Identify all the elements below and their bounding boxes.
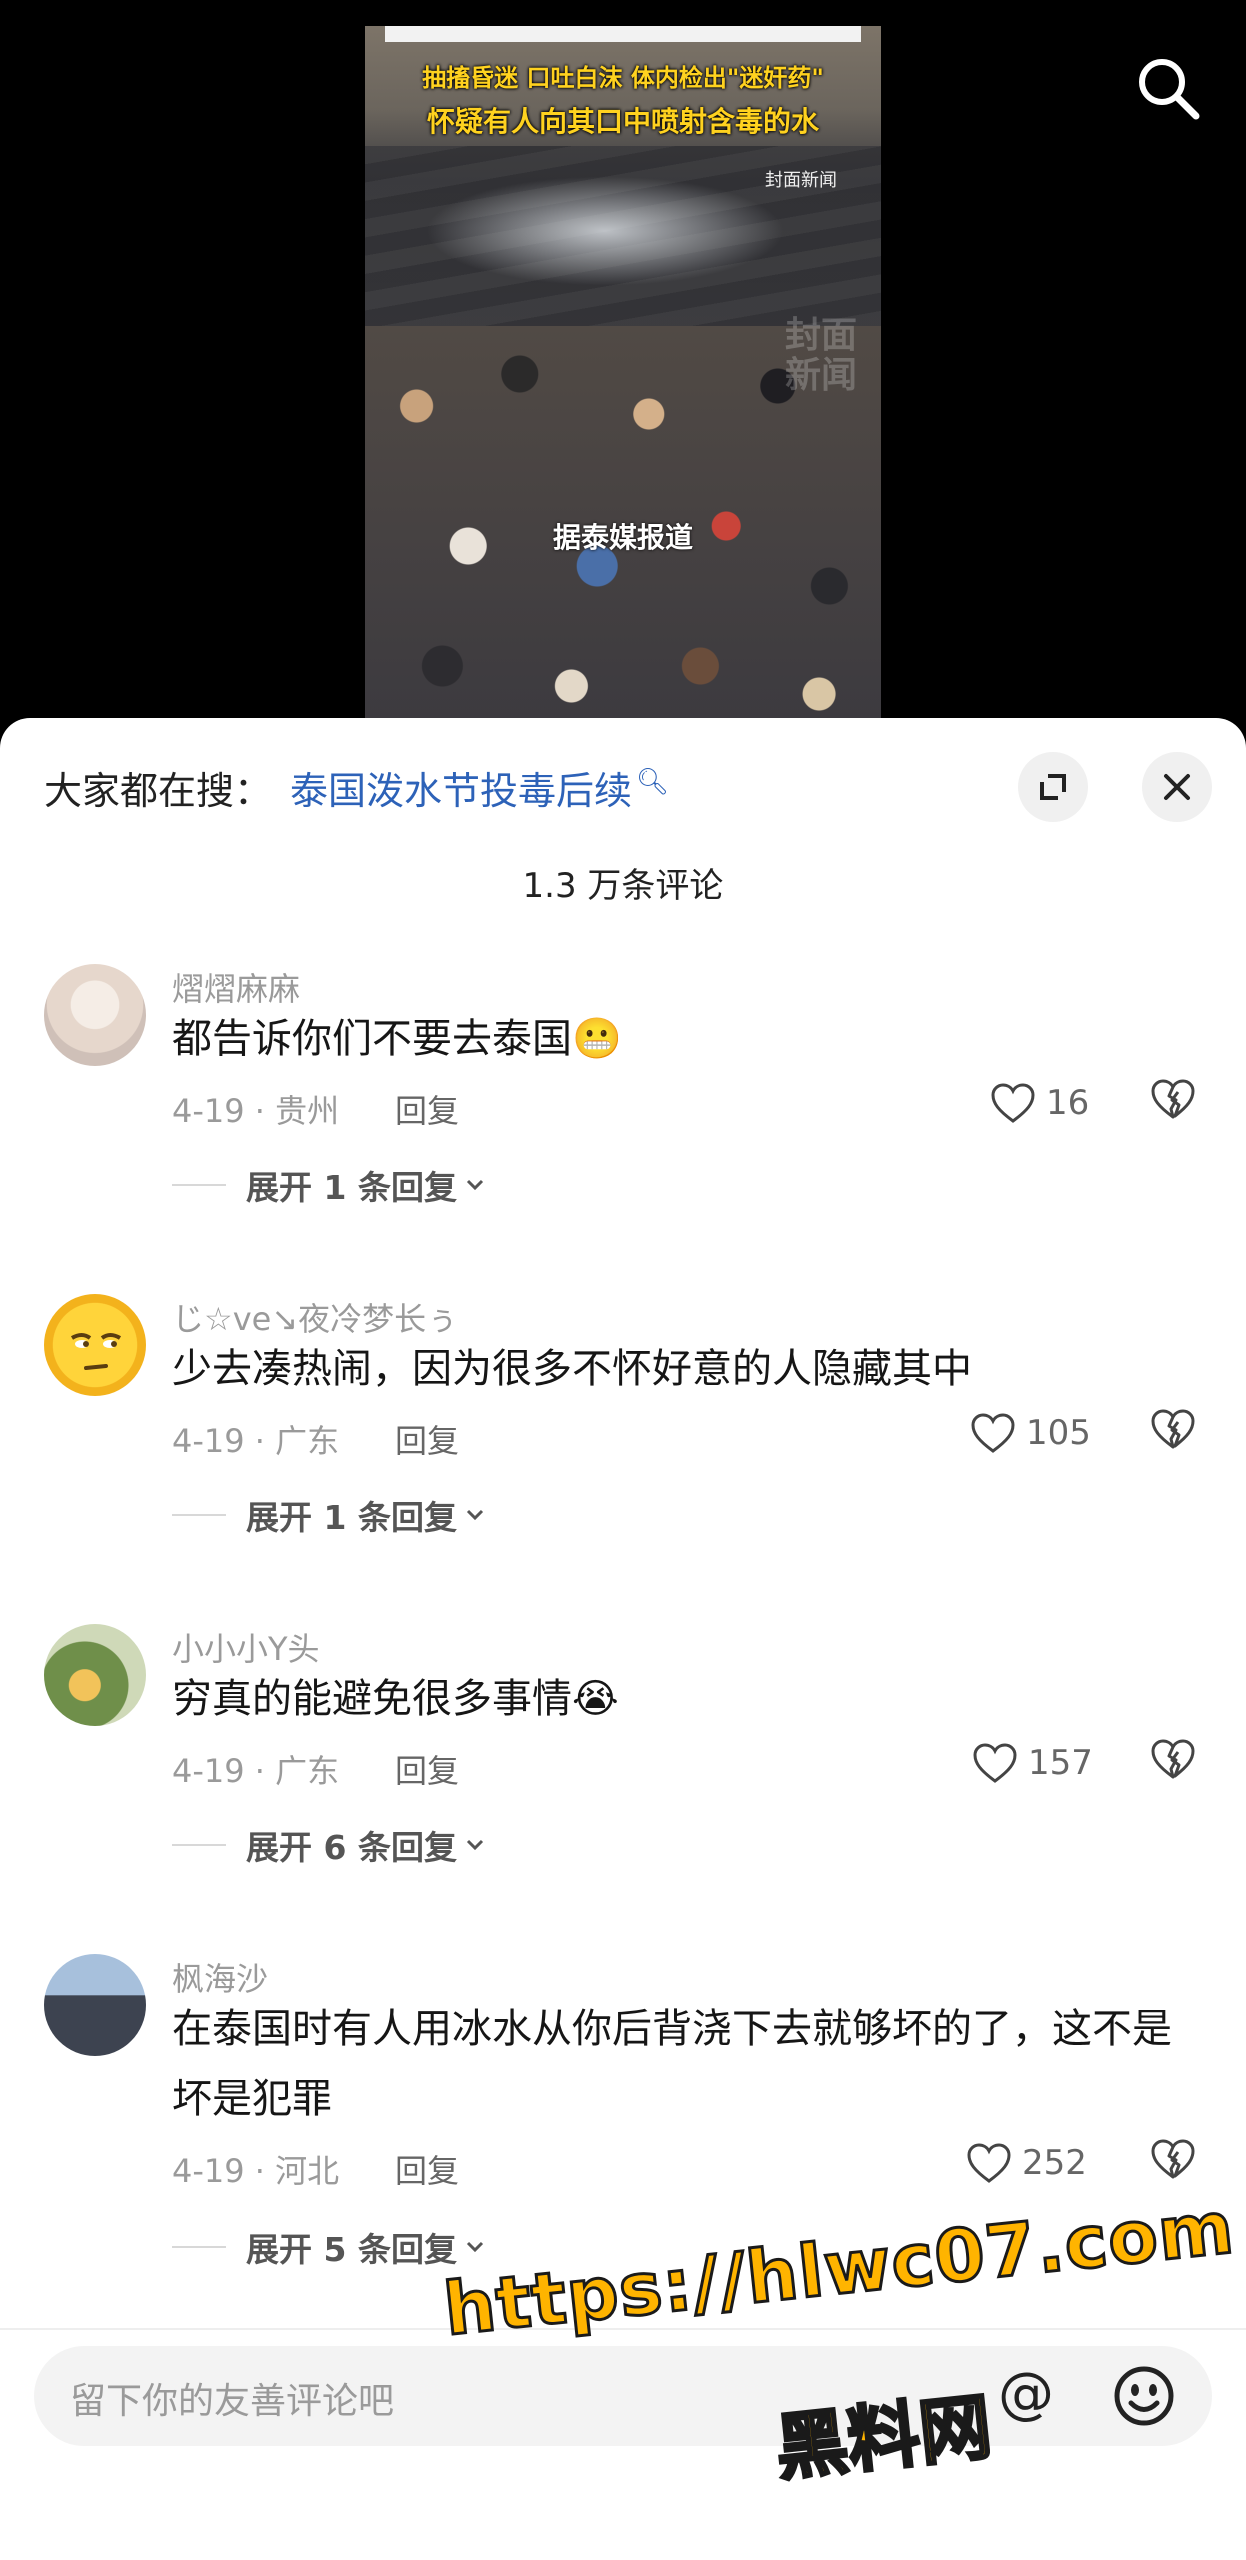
trending-prefix: 大家都在搜：	[44, 769, 273, 813]
avatar[interactable]	[44, 1624, 146, 1726]
close-sheet-button[interactable]	[1142, 752, 1212, 822]
video-headline-line1: 抽搐昏迷 口吐白沫 体内检出"迷奸药"	[422, 64, 824, 92]
expand-replies-label: 展开 6 条回复	[246, 1828, 457, 1867]
divider	[172, 1514, 226, 1516]
video-frame[interactable]: 抽搐昏迷 口吐白沫 体内检出"迷奸药" 怀疑有人向其口中喷射含毒的水 封面新闻 …	[365, 26, 881, 726]
comment-input[interactable]: 留下你的友善评论吧 @	[34, 2346, 1212, 2446]
trending-query: 泰国泼水节投毒后续	[290, 769, 633, 813]
expand-icon	[1040, 774, 1066, 800]
heart-icon	[973, 1743, 1017, 1783]
comment-item: じ☆ve↘夜冷梦长ぅ 少去凑热闹，因为很多不怀好意的人隐藏其中 4-19 · 广…	[0, 1294, 1246, 1614]
comment-text: 少去凑热闹，因为很多不怀好意的人隐藏其中	[172, 1346, 972, 1392]
comment-meta: 4-19 · 河北	[172, 2152, 340, 2190]
mention-button[interactable]: @	[992, 2362, 1060, 2430]
like-count: 105	[1026, 1413, 1091, 1453]
search-button[interactable]	[1132, 52, 1202, 122]
emoji-button[interactable]	[1110, 2362, 1178, 2430]
watermark-site-name: 黑料网	[770, 2383, 997, 2492]
reply-button[interactable]: 回复	[395, 2146, 459, 2192]
dislike-button[interactable]	[1150, 1408, 1200, 1458]
dislike-button[interactable]	[1150, 1738, 1200, 1788]
expand-replies-button[interactable]: 展开 5 条回复	[172, 2222, 487, 2272]
dislike-button[interactable]	[1150, 1078, 1200, 1128]
video-title-strip	[385, 26, 861, 42]
comment-count: 1.3 万条评论	[522, 866, 724, 906]
chevron-down-icon	[466, 1509, 484, 1521]
video-player[interactable]: 抽搐昏迷 口吐白沫 体内检出"迷奸药" 怀疑有人向其口中喷射含毒的水 封面新闻 …	[0, 0, 1246, 740]
avatar[interactable]	[44, 1954, 146, 2056]
dislike-button[interactable]	[1150, 2138, 1200, 2188]
reply-button[interactable]: 回复	[395, 1086, 459, 1132]
divider	[172, 1184, 226, 1186]
like-button[interactable]: 16	[990, 1078, 1089, 1128]
like-button[interactable]: 105	[970, 1408, 1091, 1458]
comment-item: 熠熠麻麻 都告诉你们不要去泰国😬 4-19 · 贵州 回复 16 展开 1 条回…	[0, 964, 1246, 1284]
emoji-face-icon	[70, 1333, 122, 1370]
comment-text: 穷真的能避免很多事情😭	[172, 1676, 619, 1722]
search-small-icon: 🔍︎	[636, 767, 670, 798]
like-count: 16	[1046, 1083, 1090, 1123]
reply-button[interactable]: 回复	[395, 1746, 459, 1792]
divider	[172, 2246, 226, 2248]
like-count: 252	[1022, 2143, 1087, 2183]
like-count: 157	[1028, 1743, 1093, 1783]
like-button[interactable]: 157	[972, 1738, 1093, 1788]
broken-heart-icon	[1151, 1409, 1195, 1449]
video-headline-line2: 怀疑有人向其口中喷射含毒的水	[426, 105, 819, 138]
comment-sheet-header: 大家都在搜： 泰国泼水节投毒后续 🔍︎ 1.3 万条评论	[0, 718, 1246, 906]
comment-text: 在泰国时有人用冰水从你后背浇下去就够坏的了，这不是坏是犯罪	[172, 2006, 1172, 2122]
comment-meta: 4-19 · 广东	[172, 1752, 340, 1790]
avatar[interactable]	[44, 964, 146, 1066]
emoji-icon	[1114, 2366, 1174, 2426]
expand-replies-button[interactable]: 展开 1 条回复	[172, 1490, 487, 1540]
expand-replies-button[interactable]: 展开 6 条回复	[172, 1820, 487, 1870]
close-icon	[1164, 774, 1190, 800]
expand-sheet-button[interactable]	[1018, 752, 1088, 822]
video-watermark: 封面新闻	[785, 315, 858, 396]
trending-search-link[interactable]: 泰国泼水节投毒后续 🔍︎	[290, 760, 669, 815]
heart-icon	[971, 1413, 1015, 1453]
video-scene-water	[425, 176, 785, 286]
reply-button[interactable]: 回复	[395, 1416, 459, 1462]
heart-icon	[991, 1083, 1035, 1123]
video-caption: 据泰媒报道	[552, 521, 693, 554]
avatar[interactable]	[44, 1294, 146, 1396]
broken-heart-icon	[1151, 2139, 1195, 2179]
chevron-down-icon	[466, 1179, 484, 1191]
expand-replies-label: 展开 1 条回复	[246, 1498, 457, 1537]
comment-item: 小小小Y头 穷真的能避免很多事情😭 4-19 · 广东 回复 157 展开 6 …	[0, 1624, 1246, 1944]
broken-heart-icon	[1151, 1079, 1195, 1119]
chevron-down-icon	[466, 1839, 484, 1851]
comment-meta: 4-19 · 广东	[172, 1422, 340, 1460]
comment-text: 都告诉你们不要去泰国😬	[172, 1016, 622, 1062]
broken-heart-icon	[1151, 1739, 1195, 1779]
like-button[interactable]: 252	[966, 2138, 1087, 2188]
video-source-tag: 封面新闻	[765, 170, 837, 191]
heart-icon	[967, 2143, 1011, 2183]
expand-replies-label: 展开 5 条回复	[246, 2230, 457, 2269]
expand-replies-label: 展开 1 条回复	[246, 1168, 457, 1207]
divider	[172, 1844, 226, 1846]
chevron-down-icon	[466, 2241, 484, 2253]
search-icon	[1139, 59, 1200, 120]
comment-input-placeholder: 留下你的友善评论吧	[70, 2381, 395, 2422]
comment-meta: 4-19 · 贵州	[172, 1092, 340, 1130]
expand-replies-button[interactable]: 展开 1 条回复	[172, 1160, 487, 1210]
